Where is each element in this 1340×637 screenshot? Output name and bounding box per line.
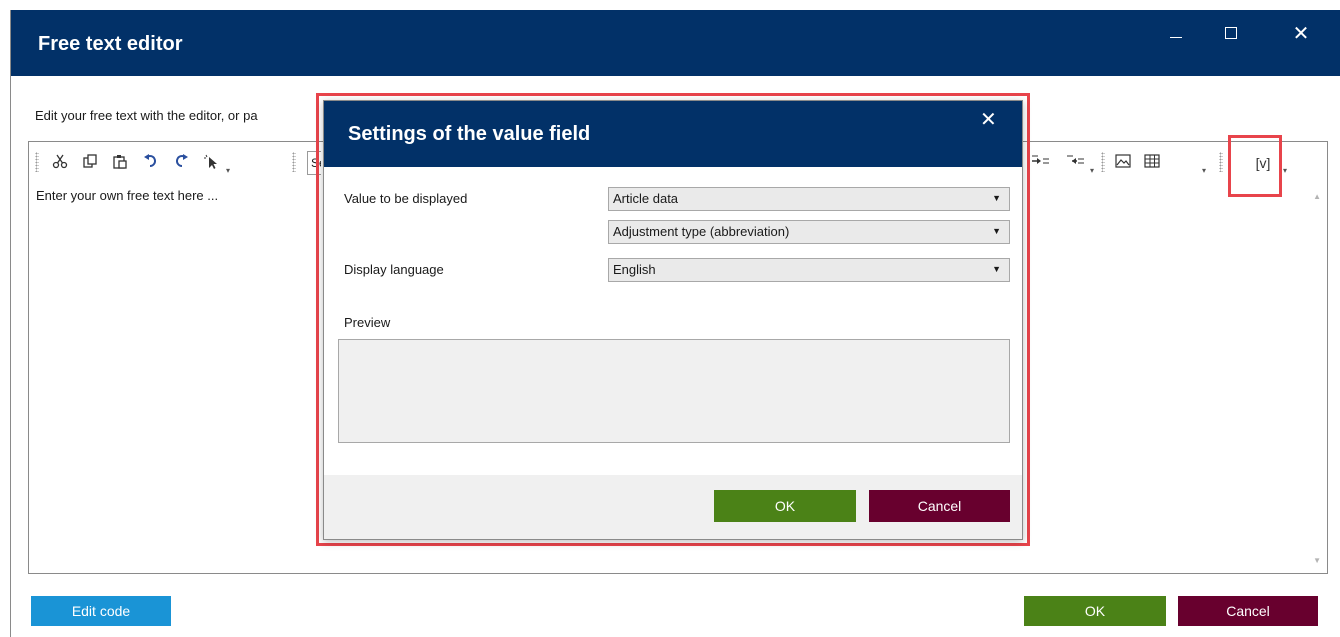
language-label: Display language bbox=[344, 262, 444, 277]
minimize-icon bbox=[1170, 36, 1182, 38]
redo-icon[interactable] bbox=[171, 151, 191, 171]
toolbar-grip[interactable] bbox=[1219, 152, 1223, 172]
maximize-button[interactable] bbox=[1211, 18, 1251, 48]
chevron-down-icon: ▼ bbox=[992, 193, 1001, 203]
value-field-settings-dialog: Settings of the value field ✕ Value to b… bbox=[323, 100, 1023, 540]
editor-placeholder: Enter your own free text here ... bbox=[36, 188, 219, 203]
undo-icon[interactable] bbox=[141, 151, 161, 171]
chevron-down-icon: ▼ bbox=[992, 226, 1001, 236]
toolbar-overflow-icon[interactable]: ▾ bbox=[226, 166, 230, 175]
value-dropdown[interactable]: Article data ▼ bbox=[608, 187, 1010, 211]
toolbar-grip[interactable] bbox=[292, 152, 296, 172]
preview-label: Preview bbox=[344, 315, 391, 330]
instructions-text: Edit your free text with the editor, or … bbox=[35, 108, 258, 123]
dialog-titlebar: Settings of the value field ✕ bbox=[324, 101, 1022, 167]
toolbar-overflow-icon[interactable]: ▾ bbox=[1283, 166, 1287, 175]
preview-box bbox=[338, 339, 1010, 443]
value-subfield-text: Adjustment type (abbreviation) bbox=[613, 224, 790, 239]
dialog-title: Settings of the value field bbox=[348, 123, 591, 145]
window-titlebar: Free text editor ✕ bbox=[11, 10, 1340, 76]
toolbar-overflow-icon[interactable]: ▾ bbox=[1202, 166, 1206, 175]
image-icon[interactable] bbox=[1113, 151, 1133, 171]
indent-icon[interactable] bbox=[1031, 151, 1051, 171]
toolbar-grip[interactable] bbox=[1101, 152, 1105, 172]
dialog-ok-button[interactable]: OK bbox=[714, 490, 856, 522]
chevron-down-icon: ▼ bbox=[992, 264, 1001, 274]
edit-code-button[interactable]: Edit code bbox=[31, 596, 171, 626]
language-dropdown[interactable]: English ▼ bbox=[608, 258, 1010, 282]
minimize-button[interactable] bbox=[1156, 18, 1196, 48]
dialog-close-icon[interactable]: ✕ bbox=[980, 107, 997, 132]
table-icon[interactable] bbox=[1142, 151, 1162, 171]
window-close-button[interactable]: ✕ bbox=[1281, 18, 1321, 48]
toolbar-grip[interactable] bbox=[35, 152, 39, 172]
dialog-footer: OK Cancel bbox=[324, 475, 1022, 539]
value-label: Value to be displayed bbox=[344, 191, 468, 206]
copy-icon[interactable] bbox=[80, 151, 100, 171]
select-icon[interactable] bbox=[201, 151, 221, 171]
scroll-down-icon[interactable]: ▼ bbox=[1313, 556, 1321, 565]
cancel-button[interactable]: Cancel bbox=[1178, 596, 1318, 626]
language-dropdown-text: English bbox=[613, 262, 656, 277]
value-field-highlight bbox=[1228, 135, 1282, 197]
cut-icon[interactable] bbox=[50, 151, 70, 171]
dialog-cancel-button[interactable]: Cancel bbox=[869, 490, 1010, 522]
paste-icon[interactable] bbox=[110, 151, 130, 171]
scroll-up-icon[interactable]: ▲ bbox=[1313, 192, 1321, 201]
maximize-icon bbox=[1225, 27, 1237, 39]
toolbar-overflow-icon[interactable]: ▾ bbox=[1090, 166, 1094, 175]
ok-button[interactable]: OK bbox=[1024, 596, 1166, 626]
value-dropdown-text: Article data bbox=[613, 191, 679, 206]
window-title: Free text editor bbox=[38, 33, 183, 55]
outdent-icon[interactable] bbox=[1066, 151, 1086, 171]
value-subfield-dropdown[interactable]: Adjustment type (abbreviation) ▼ bbox=[608, 220, 1010, 244]
